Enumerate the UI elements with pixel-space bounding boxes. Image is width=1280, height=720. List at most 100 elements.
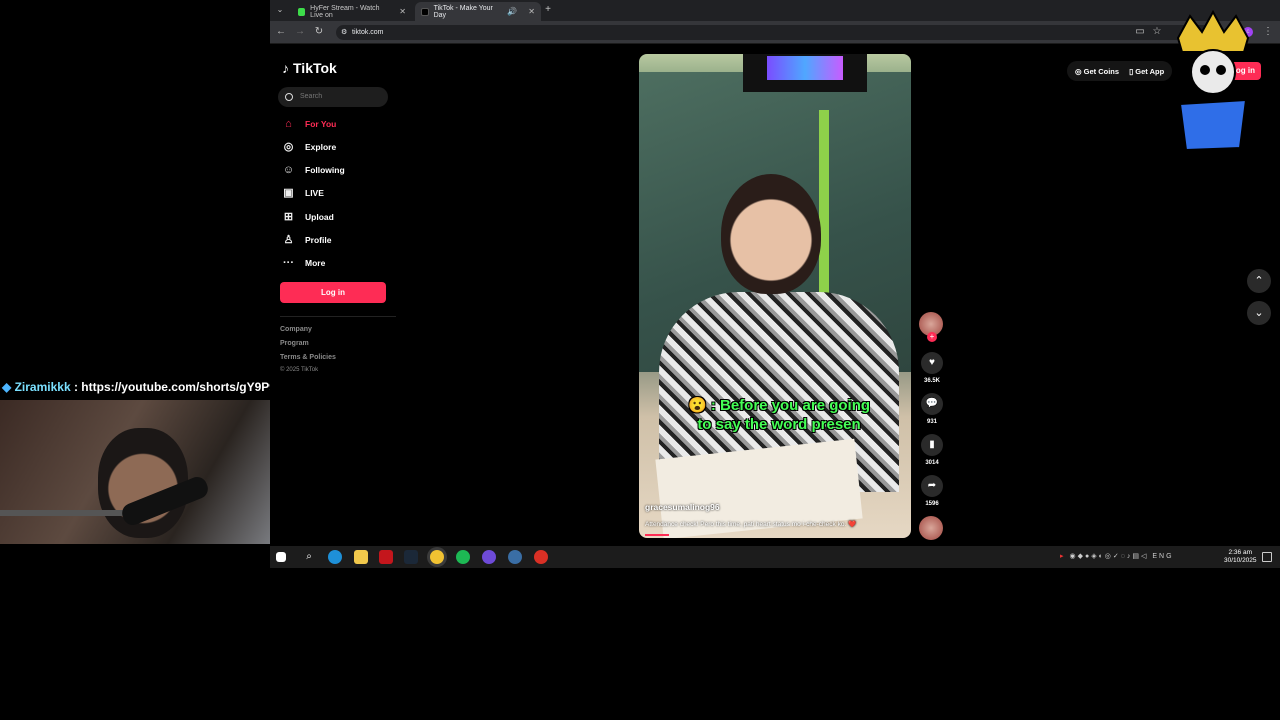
hyfer-favicon-icon [298, 7, 306, 16]
url-text: tiktok.com [352, 29, 384, 36]
nav-label: Upload [305, 212, 334, 222]
caption-line-2: to say the word presen [697, 416, 861, 433]
footer-terms-link[interactable]: Terms & Policies [280, 354, 336, 361]
cast-icon[interactable]: ▭ [1134, 26, 1146, 38]
progress-bar[interactable] [645, 534, 669, 536]
chrome-icon[interactable] [430, 550, 444, 564]
comment-action[interactable]: 💬 931 [920, 393, 944, 425]
search-icon [285, 93, 293, 101]
language-indicator[interactable]: ENG [1152, 553, 1173, 560]
tab-bar: ⌄ HyFer Stream - Watch Live on ✕ TikTok … [270, 0, 1280, 21]
get-app-button[interactable]: ▯ Get App [1129, 67, 1164, 76]
chevron-down-icon[interactable]: ⌄ [1247, 301, 1271, 325]
tab-hyfer[interactable]: HyFer Stream - Watch Live on ✕ [292, 2, 412, 21]
follow-plus-icon[interactable]: + [927, 332, 937, 342]
clock-time: 2:36 am [1228, 549, 1253, 556]
app-red-icon[interactable] [534, 550, 548, 564]
following-icon: ☺ [282, 163, 295, 176]
like-action[interactable]: ♥ 36.5K [920, 352, 944, 384]
nav-following[interactable]: ☺ Following [282, 162, 345, 178]
nav-profile[interactable]: ♙ Profile [282, 232, 332, 248]
logo-text: TikTok [293, 60, 337, 76]
bookmark-icon[interactable]: ▮ [921, 434, 943, 456]
bookmark-star-icon[interactable]: ☆ [1151, 26, 1163, 38]
tiktok-logo[interactable]: ♪ TikTok [282, 60, 337, 76]
nav-label: LIVE [305, 188, 324, 198]
nav-label: More [305, 258, 326, 268]
video-author-handle[interactable]: gracesumalinog96 [645, 502, 720, 512]
nav-explore[interactable]: ◎ Explore [282, 139, 337, 155]
share-icon[interactable]: ➦ [921, 475, 943, 497]
steam-icon[interactable] [404, 550, 418, 564]
footer-company-link[interactable]: Company [280, 326, 312, 333]
nav-for-you[interactable]: ⌂ For You [282, 116, 336, 132]
url-field[interactable]: ⚙ tiktok.com [336, 25, 1216, 40]
tiktok-favicon-icon [421, 7, 429, 16]
tab-tiktok[interactable]: TikTok - Make Your Day 🔊 ✕ [415, 2, 541, 21]
system-clock[interactable]: 2:36 am 30/10/2025 [1224, 549, 1257, 565]
nav-label: Following [305, 165, 345, 175]
app-blue-icon[interactable] [508, 550, 522, 564]
back-icon[interactable]: ← [275, 26, 287, 38]
nav-more[interactable]: ··· More [282, 255, 325, 271]
chevron-up-icon[interactable]: ⌃ [1247, 269, 1271, 293]
share-action[interactable]: ➦ 1596 [920, 475, 944, 507]
chat-user-icon: ◆ [2, 380, 12, 394]
taskbar-search-icon[interactable]: ⌕ [302, 550, 316, 564]
nav-live[interactable]: ▣ LIVE [282, 185, 324, 201]
tray-youtube-icon[interactable]: ▸ [1060, 553, 1066, 560]
close-icon[interactable]: ✕ [528, 7, 535, 16]
address-bar: ← → ↻ ⚙ tiktok.com ▭ ☆ c ⋮ [270, 21, 1280, 44]
share-count: 1596 [925, 501, 939, 507]
menu-kebab-icon[interactable]: ⋮ [1262, 26, 1274, 38]
system-tray[interactable]: ▸ ◉◆●◈◐◎✓◌♪▤◁ ENG [1060, 552, 1174, 560]
save-count: 3014 [925, 460, 939, 466]
streamer-badge-logo [1176, 9, 1250, 152]
tiktok-page: ♪ TikTok Search ⌂ For You ◎ Explore ☺ Fo… [270, 44, 1280, 546]
forward-icon[interactable]: → [294, 26, 306, 38]
emoji-icon: 😮 [687, 397, 707, 414]
site-info-icon[interactable]: ⚙ [341, 25, 347, 40]
search-input[interactable]: Search [278, 87, 388, 107]
tab-title: HyFer Stream - Watch Live on [310, 4, 380, 19]
caption-line-1: 😮 : Before you are going [687, 397, 871, 414]
save-action[interactable]: ▮ 3014 [920, 434, 944, 466]
login-button[interactable]: Log in [280, 282, 386, 303]
more-icon: ··· [283, 256, 294, 269]
top-right-actions: ◎ Get Coins ▯ Get App [1067, 61, 1173, 81]
file-explorer-icon[interactable] [354, 550, 368, 564]
windows-start-icon[interactable] [276, 552, 286, 562]
tray-icons[interactable]: ◉◆●◈◐◎✓◌♪▤◁ [1069, 553, 1148, 560]
search-placeholder: Search [300, 93, 323, 100]
footer-copyright: © 2025 TikTok [280, 367, 319, 373]
sound-avatar[interactable] [919, 516, 943, 540]
sidebar-divider [280, 316, 396, 317]
youtube-icon[interactable] [379, 550, 393, 564]
comment-icon[interactable]: 💬 [921, 393, 943, 415]
tab-search-icon[interactable]: ⌄ [274, 4, 286, 16]
nav-label: Profile [305, 235, 332, 245]
tab-title: TikTok - Make Your Day [433, 4, 493, 19]
windows-taskbar: ⌕ ▸ ◉◆●◈◐◎✓◌♪▤◁ ENG 2:36 am 30/10/2025 [270, 546, 1280, 568]
webcam-feed [0, 400, 276, 544]
tiktok-note-icon: ♪ [282, 60, 289, 76]
home-icon: ⌂ [285, 117, 292, 130]
nav-upload[interactable]: ⊞ Upload [282, 209, 334, 225]
nav-label: For You [305, 119, 337, 129]
speaker-icon[interactable]: 🔊 [507, 7, 517, 16]
edge-icon[interactable] [328, 550, 342, 564]
reload-icon[interactable]: ↻ [313, 26, 325, 38]
person-head [721, 174, 821, 294]
footer-program-link[interactable]: Program [280, 340, 309, 347]
compass-icon: ◎ [283, 140, 294, 153]
get-coins-button[interactable]: ◎ Get Coins [1075, 67, 1119, 76]
close-icon[interactable]: ✕ [399, 7, 406, 16]
new-tab-button[interactable]: + [542, 4, 554, 16]
app-purple-icon[interactable] [482, 550, 496, 564]
profile-icon: ♙ [283, 233, 294, 246]
notification-icon[interactable] [1262, 552, 1272, 562]
heart-icon[interactable]: ♥ [921, 352, 943, 374]
video-player[interactable]: 😮 : Before you are going to say the word… [639, 54, 911, 538]
nav-label: Explore [305, 142, 337, 152]
spotify-icon[interactable] [456, 550, 470, 564]
